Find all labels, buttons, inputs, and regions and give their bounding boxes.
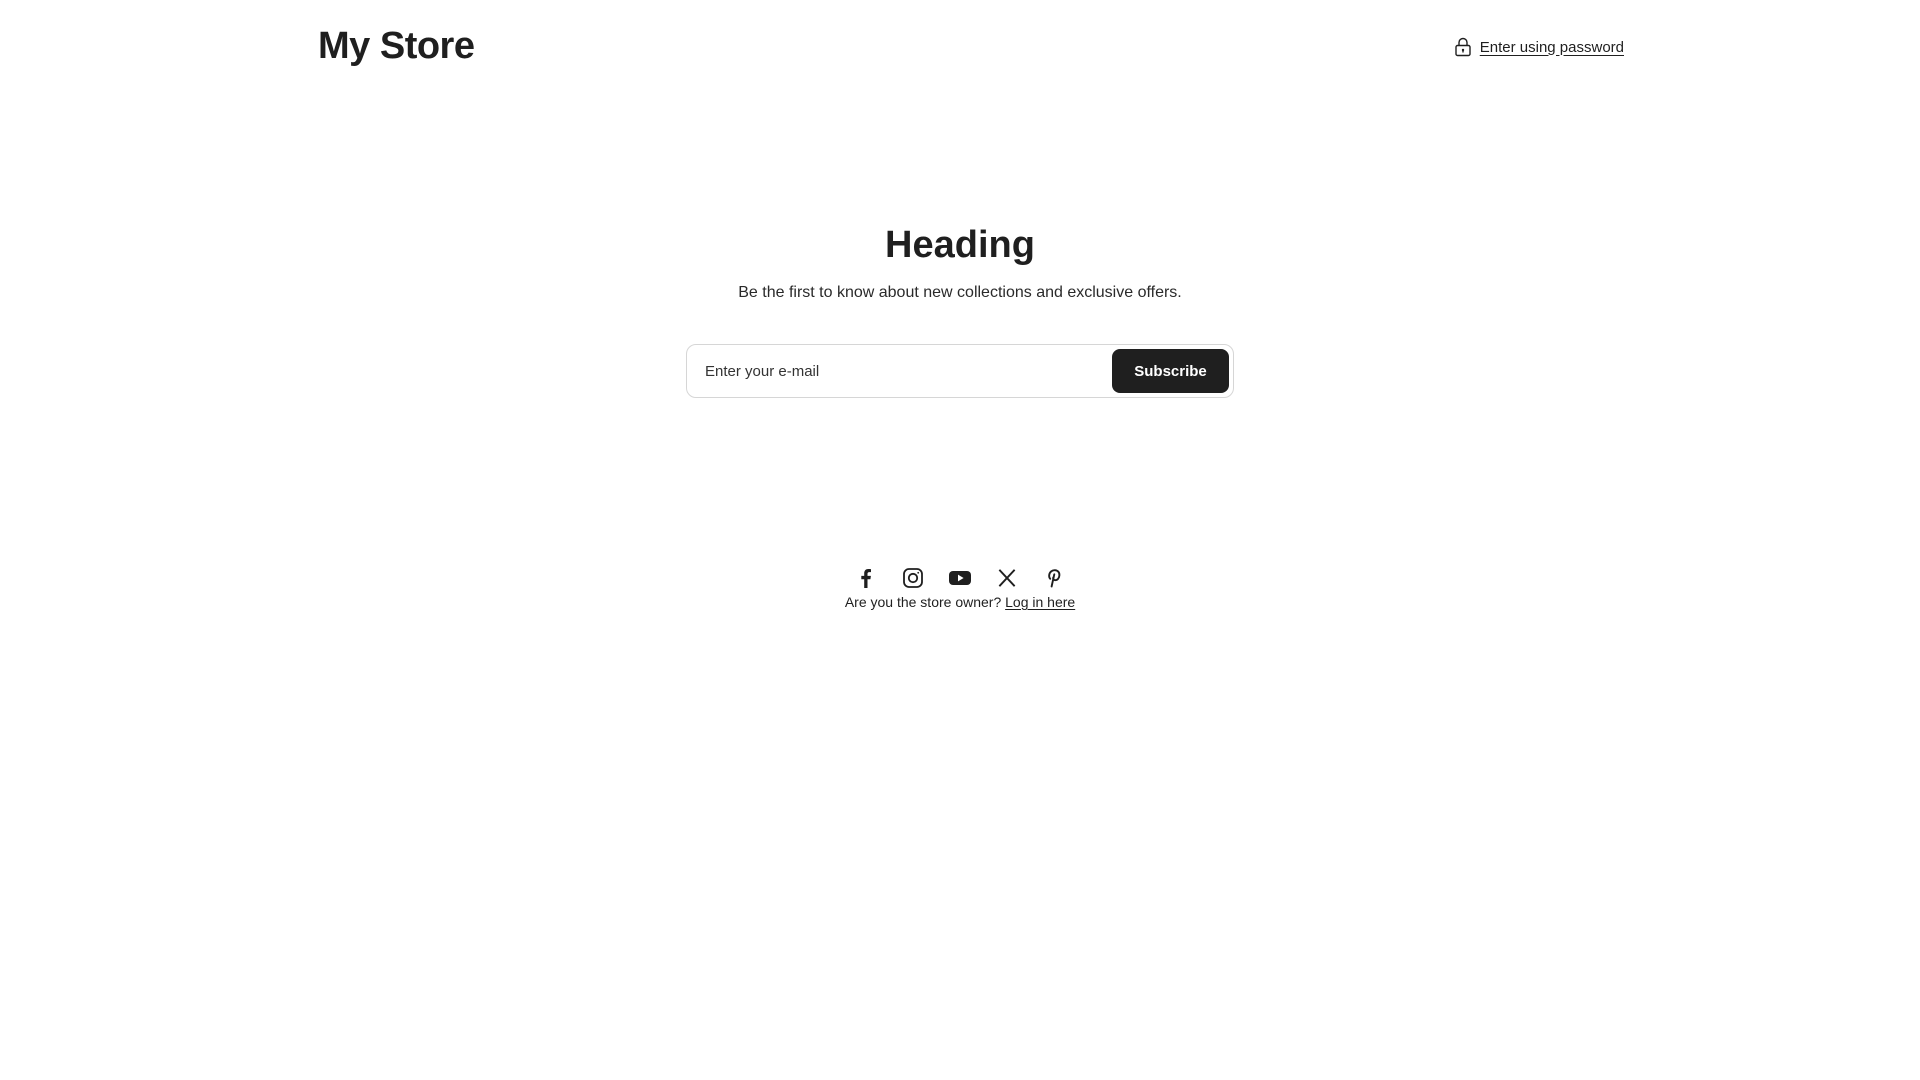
- newsletter-form: Subscribe: [686, 344, 1234, 398]
- youtube-icon[interactable]: [948, 566, 972, 590]
- newsletter-subtext: Be the first to know about new collectio…: [738, 284, 1182, 301]
- subscribe-button[interactable]: Subscribe: [1112, 349, 1229, 393]
- pinterest-icon[interactable]: [1042, 566, 1066, 590]
- social-links: [854, 566, 1066, 590]
- page-heading: Heading: [885, 224, 1035, 266]
- store-owner-line: Are you the store owner? Log in here: [845, 592, 1075, 612]
- lock-icon: [1454, 37, 1472, 57]
- owner-prompt: Are you the store owner?: [844, 594, 1002, 610]
- facebook-icon[interactable]: [854, 566, 878, 590]
- login-link[interactable]: Log in here: [1005, 594, 1075, 610]
- instagram-icon[interactable]: [901, 566, 925, 590]
- store-logo[interactable]: My Store: [318, 25, 475, 68]
- email-input[interactable]: [703, 350, 1112, 392]
- newsletter-section: Heading Be the first to know about new c…: [0, 220, 1920, 398]
- enter-password-link[interactable]: Enter using password: [1454, 37, 1624, 57]
- site-header: My Store Enter using password: [318, 0, 1624, 94]
- x-icon[interactable]: [995, 566, 1019, 590]
- site-footer: Are you the store owner? Log in here: [0, 566, 1920, 612]
- enter-password-label[interactable]: Enter using password: [1480, 39, 1624, 56]
